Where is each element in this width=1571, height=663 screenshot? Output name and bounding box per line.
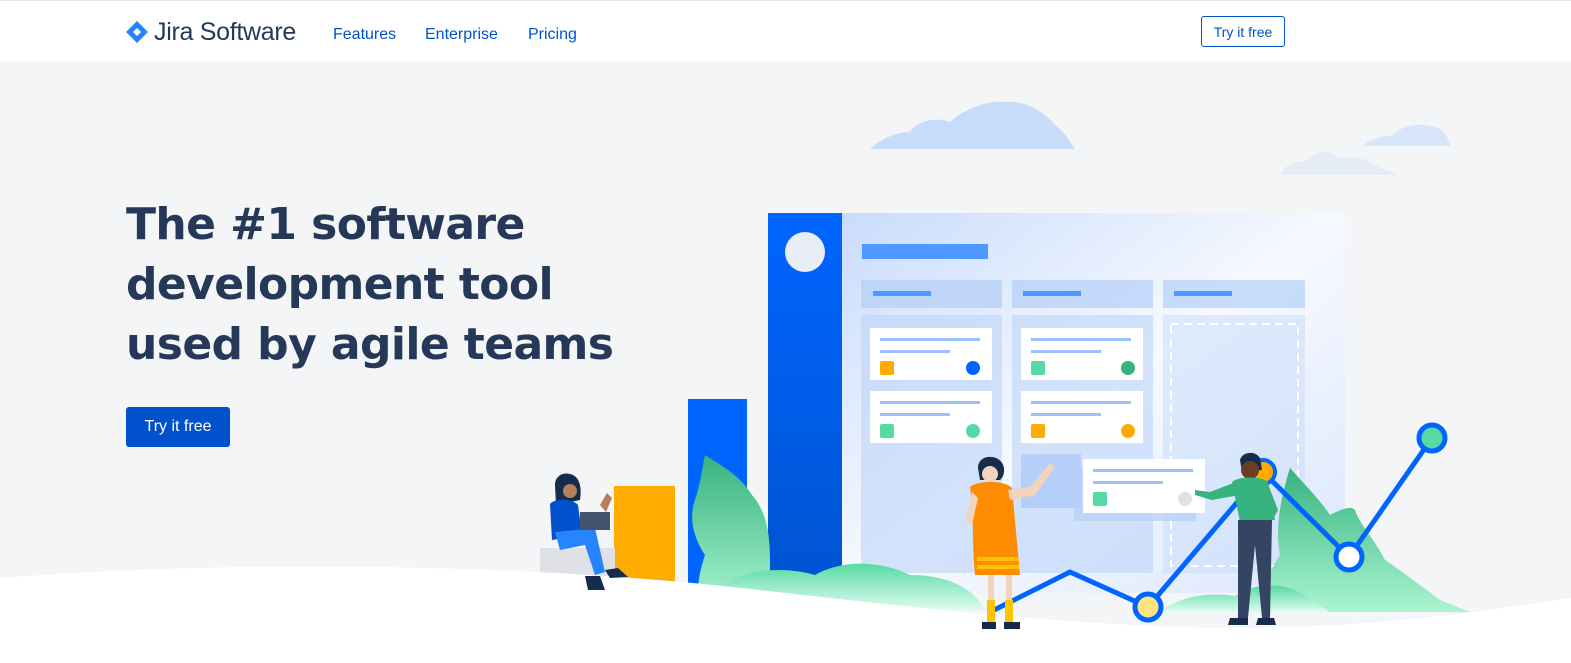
hero-headline-line: used by agile teams	[126, 319, 614, 370]
nav-link-features[interactable]: Features	[333, 26, 396, 44]
nav-link-enterprise[interactable]: Enterprise	[425, 26, 498, 44]
cloud-decoration	[1363, 124, 1450, 146]
jira-diamond-icon	[126, 21, 148, 43]
hero-headline: The #1 software development tool used by…	[126, 195, 614, 375]
task-card	[1021, 391, 1143, 443]
task-card	[1021, 328, 1143, 380]
brand-name: Jira Software	[154, 17, 296, 46]
nav-try-it-free-button[interactable]: Try it free	[1201, 16, 1285, 47]
hero-headline-line: development tool	[126, 259, 554, 310]
task-card	[870, 391, 992, 443]
task-card	[870, 328, 992, 380]
nav-link-pricing[interactable]: Pricing	[528, 26, 577, 44]
board-pillar	[768, 213, 842, 628]
hero-headline-line: The #1 software	[126, 199, 525, 250]
brand-logo-link[interactable]: Jira Software	[125, 17, 296, 47]
top-navigation-bar: Jira Software Features Enterprise Pricin…	[0, 0, 1571, 61]
cloud-decoration	[870, 101, 1075, 149]
hero-try-it-free-button[interactable]: Try it free	[126, 407, 230, 447]
hero-section: The #1 software development tool used by…	[0, 61, 1571, 663]
cloud-decoration	[1280, 152, 1398, 175]
